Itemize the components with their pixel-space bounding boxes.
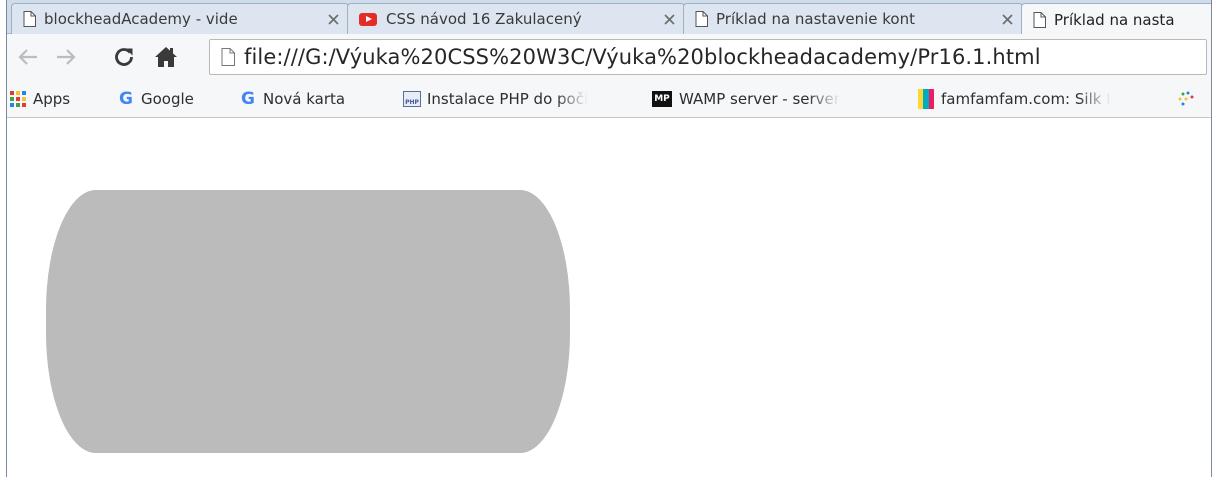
page-icon bbox=[22, 11, 36, 27]
google-icon: G bbox=[119, 88, 133, 109]
tab-priklad-kont[interactable]: Príklad na nastavenie kont bbox=[683, 3, 1023, 34]
forward-arrow-icon[interactable] bbox=[53, 44, 79, 70]
sparkle-icon bbox=[1177, 90, 1195, 108]
page-icon bbox=[694, 11, 708, 27]
tab-label: CSS návod 16 Zakulacený bbox=[386, 10, 582, 28]
back-arrow-icon[interactable] bbox=[15, 44, 41, 70]
php-icon: PHP bbox=[403, 90, 421, 108]
tab-css-navod[interactable]: CSS návod 16 Zakulacený bbox=[347, 3, 685, 34]
tab-label: blockheadAcademy - vide bbox=[44, 10, 238, 28]
mp-icon: MP bbox=[651, 90, 673, 108]
bookmark-label: Instalace PHP do počí bbox=[427, 90, 589, 108]
close-tab-icon[interactable] bbox=[326, 12, 340, 26]
reload-icon[interactable] bbox=[111, 44, 137, 70]
bookmark-instalace-php[interactable]: PHP Instalace PHP do počí bbox=[403, 88, 637, 110]
bookmark-apps[interactable]: Apps bbox=[9, 88, 70, 110]
bookmark-wamp-server[interactable]: MP WAMP server - server bbox=[651, 88, 893, 110]
bookmark-label: famfamfam.com: Silk I bbox=[941, 90, 1111, 108]
bookmarks-bar: Apps G Google G Nová karta PHP Instalace… bbox=[7, 80, 1211, 118]
page-content bbox=[7, 118, 1211, 477]
bookmark-label: WAMP server - server bbox=[679, 90, 840, 108]
page-icon bbox=[1032, 11, 1046, 28]
apps-grid-icon bbox=[9, 90, 27, 108]
bookmark-label: Apps bbox=[33, 90, 71, 108]
close-tab-icon[interactable] bbox=[1000, 12, 1014, 26]
bookmark-label: Google bbox=[141, 90, 194, 108]
address-bar[interactable]: file:///G:/Výuka%20CSS%20W3C/Výuka%20blo… bbox=[209, 39, 1207, 75]
url-text[interactable]: file:///G:/Výuka%20CSS%20W3C/Výuka%20blo… bbox=[244, 45, 1041, 69]
close-tab-icon[interactable] bbox=[662, 12, 676, 26]
google-icon: G bbox=[241, 88, 255, 109]
bookmark-google[interactable]: G Google bbox=[117, 88, 194, 110]
tab-label: Príklad na nasta bbox=[1054, 10, 1175, 29]
page-icon bbox=[220, 47, 236, 67]
bookmark-sparkle[interactable] bbox=[1177, 88, 1207, 110]
bookmark-label: Nová karta bbox=[263, 90, 346, 108]
tab-priklad-active[interactable]: Príklad na nasta bbox=[1021, 3, 1211, 35]
color-stripes-icon bbox=[917, 89, 935, 109]
rounded-box bbox=[46, 190, 570, 453]
toolbar: file:///G:/Výuka%20CSS%20W3C/Výuka%20blo… bbox=[7, 34, 1211, 80]
youtube-icon bbox=[358, 11, 378, 27]
bookmark-famfamfam[interactable]: famfamfam.com: Silk I bbox=[917, 88, 1169, 110]
tab-blockhead-academy[interactable]: blockheadAcademy - vide bbox=[11, 3, 349, 34]
browser-window: blockheadAcademy - vide CSS návod 16 Zak… bbox=[6, 0, 1212, 477]
home-icon[interactable] bbox=[153, 44, 179, 70]
tab-strip: blockheadAcademy - vide CSS návod 16 Zak… bbox=[7, 0, 1211, 35]
tab-label: Príklad na nastavenie kont bbox=[716, 10, 915, 28]
bookmark-nova-karta[interactable]: G Nová karta bbox=[239, 88, 345, 110]
